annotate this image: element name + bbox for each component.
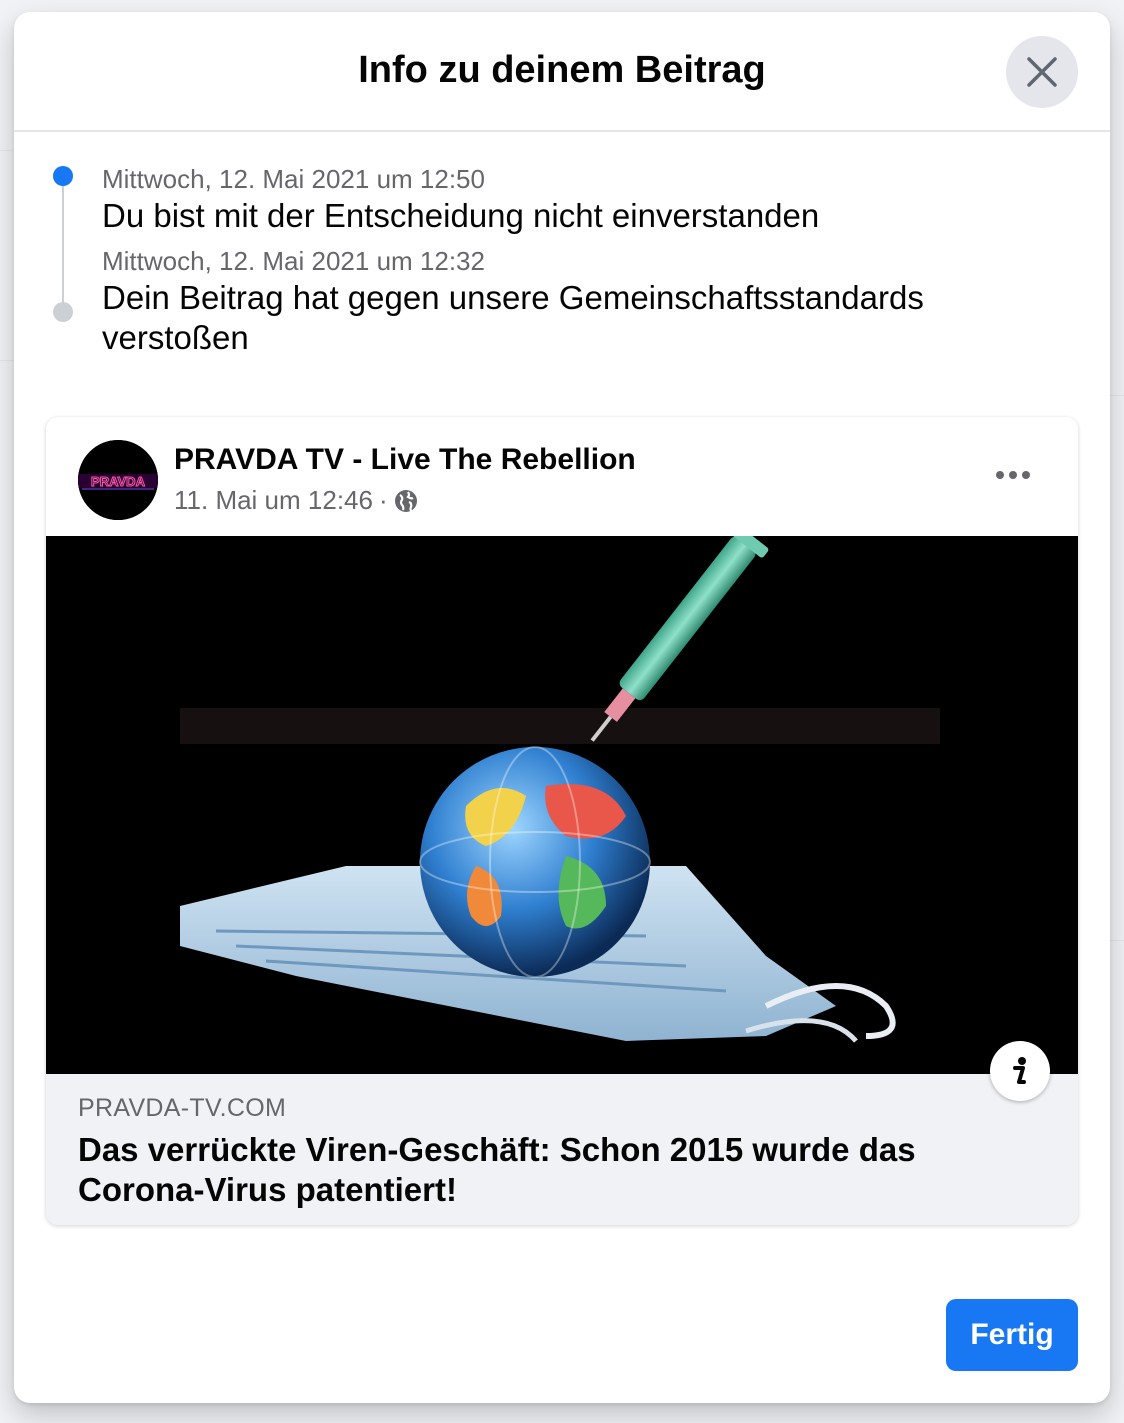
dialog-header: Info zu deinem Beitrag — [14, 12, 1110, 132]
globe-icon — [394, 489, 417, 512]
timeline-status-text: Dein Beitrag hat gegen unsere Gemeinscha… — [102, 279, 924, 356]
link-domain: PRAVDA-TV.COM — [78, 1094, 287, 1122]
meta-separator: · — [378, 485, 388, 515]
status-timeline: Mittwoch, 12. Mai 2021 um 12:50 Du bist … — [14, 132, 1110, 358]
timeline-timestamp: Mittwoch, 12. Mai 2021 um 12:50 — [102, 164, 485, 194]
post-meta: 11. Mai um 12:46 · — [174, 485, 418, 516]
more-horizontal-icon — [996, 471, 1030, 479]
info-icon — [1013, 1057, 1026, 1084]
timeline-status-text: Du bist mit der Entscheidung nicht einve… — [102, 197, 820, 234]
globe-syringe-illustration — [46, 536, 1078, 1074]
post-timestamp[interactable]: 11. Mai um 12:46 — [174, 485, 373, 516]
done-button[interactable]: Fertig — [946, 1299, 1078, 1371]
close-icon — [1027, 57, 1057, 87]
post-info-dialog: Info zu deinem Beitrag Mittwoch, 12. Mai… — [14, 12, 1110, 1403]
svg-text:PRAVDA: PRAVDA — [91, 474, 146, 489]
pravda-logo: PRAVDA — [78, 440, 158, 520]
more-options-button[interactable] — [988, 457, 1038, 493]
timeline-timestamp: Mittwoch, 12. Mai 2021 um 12:32 — [102, 246, 485, 276]
timeline-rail — [62, 184, 64, 304]
link-title: Das verrückte Viren-Geschäft: Schon 2015… — [78, 1131, 916, 1208]
close-button[interactable] — [1006, 36, 1078, 108]
link-preview[interactable]: PRAVDA-TV.COM Das verrückte Viren-Geschä… — [46, 1074, 1078, 1225]
page-avatar[interactable]: PRAVDA — [78, 440, 158, 520]
post-header: PRAVDA PRAVDA TV - Live The Rebellion 11… — [46, 417, 1078, 536]
timeline-entry: Mittwoch, 12. Mai 2021 um 12:50 Du bist … — [102, 162, 1070, 236]
post-preview-card: PRAVDA PRAVDA TV - Live The Rebellion 11… — [46, 417, 1078, 1225]
page-name-link[interactable]: PRAVDA TV - Live The Rebellion — [174, 443, 636, 477]
timeline-dot-active — [53, 166, 73, 186]
dialog-title: Info zu deinem Beitrag — [358, 48, 766, 91]
timeline-dot-inactive — [53, 302, 73, 322]
post-image[interactable] — [46, 536, 1078, 1074]
timeline-entry: Mittwoch, 12. Mai 2021 um 12:32 Dein Bei… — [102, 244, 1070, 358]
image-info-button[interactable] — [990, 1041, 1050, 1101]
